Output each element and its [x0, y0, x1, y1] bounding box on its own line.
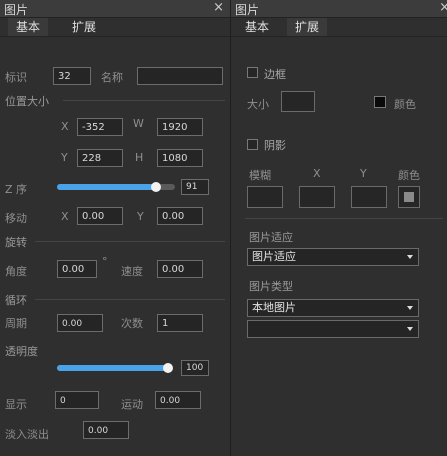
- y-label: Y: [61, 151, 68, 164]
- blur-field[interactable]: [247, 186, 283, 208]
- shadow-color-field[interactable]: [398, 186, 420, 208]
- fit-header: 图片适应: [249, 231, 293, 244]
- divider: [245, 218, 443, 219]
- opacity-header: 透明度: [5, 345, 38, 358]
- rotate-header: 旋转: [5, 236, 27, 249]
- id-label: 标识: [5, 71, 27, 84]
- shadow-checkbox[interactable]: [247, 139, 258, 150]
- left-titlebar: 图片 ×: [0, 0, 230, 18]
- x-label: X: [61, 120, 69, 133]
- border-color-swatch[interactable]: [374, 96, 386, 108]
- y-field[interactable]: 228: [77, 149, 123, 167]
- position-size-header: 位置大小: [5, 95, 49, 108]
- count-field[interactable]: 1: [157, 314, 203, 332]
- w-label: W: [133, 117, 144, 130]
- loop-header: 循环: [5, 294, 27, 307]
- angle-label: 角度: [5, 265, 27, 278]
- blur-label: 模糊: [249, 169, 271, 182]
- angle-field[interactable]: 0.00: [57, 260, 97, 278]
- period-label: 周期: [5, 317, 27, 330]
- z-order-slider[interactable]: [57, 182, 175, 192]
- divider: [35, 299, 225, 300]
- shadow-y-label: Y: [360, 167, 367, 180]
- move-x-field[interactable]: 0.00: [77, 207, 123, 225]
- type-header: 图片类型: [249, 280, 293, 293]
- border-label: 边框: [264, 68, 286, 81]
- divider: [35, 241, 225, 242]
- display-field[interactable]: 0: [55, 391, 99, 409]
- count-label: 次数: [121, 317, 143, 330]
- border-size-field[interactable]: [281, 91, 315, 112]
- secondary-dropdown[interactable]: [247, 320, 419, 338]
- shadow-color-swatch[interactable]: [404, 192, 414, 202]
- type-dropdown-value: 本地图片: [252, 301, 296, 314]
- right-panel-title: 图片: [235, 3, 260, 17]
- shadow-y-field[interactable]: [351, 186, 387, 208]
- left-panel: 图片 × 基本 扩展 标识 32 名称 位置大小 X -352 W 1920 Y…: [0, 0, 230, 456]
- w-field[interactable]: 1920: [157, 118, 203, 136]
- left-tab-extend[interactable]: 扩展: [64, 18, 104, 36]
- opacity-slider-knob[interactable]: [163, 363, 173, 373]
- opacity-field[interactable]: 100: [181, 360, 209, 376]
- fit-dropdown[interactable]: 图片适应: [247, 248, 419, 266]
- h-field[interactable]: 1080: [157, 149, 203, 167]
- name-label: 名称: [101, 71, 123, 84]
- move-y-field[interactable]: 0.00: [157, 207, 203, 225]
- right-close-button[interactable]: ×: [439, 0, 447, 15]
- z-order-field[interactable]: 91: [181, 179, 209, 195]
- speed-field[interactable]: 0.00: [157, 260, 203, 278]
- z-order-slider-fill: [57, 184, 157, 190]
- motion-field[interactable]: 0.00: [155, 391, 201, 409]
- shadow-color-label: 颜色: [398, 169, 420, 182]
- display-label: 显示: [5, 398, 27, 411]
- h-label: H: [135, 151, 144, 164]
- fade-field[interactable]: 0.00: [83, 421, 129, 439]
- chevron-down-icon: [407, 327, 413, 331]
- shadow-label: 阴影: [264, 139, 286, 152]
- left-panel-title: 图片: [4, 3, 29, 17]
- border-color-label: 颜色: [394, 98, 416, 111]
- left-tab-basic[interactable]: 基本: [8, 18, 49, 36]
- motion-label: 运动: [121, 398, 143, 411]
- move-y-label: Y: [137, 210, 144, 223]
- right-panel: 图片 × 基本 扩展 边框 大小 颜色 阴影 模糊 X Y 颜色 图片适应 图片…: [231, 0, 447, 456]
- name-field[interactable]: [137, 67, 223, 85]
- shadow-x-field[interactable]: [299, 186, 335, 208]
- size-label: 大小: [247, 98, 269, 111]
- move-label: 移动: [5, 212, 27, 225]
- fit-dropdown-value: 图片适应: [252, 250, 296, 263]
- x-field[interactable]: -352: [77, 118, 123, 136]
- shadow-x-label: X: [313, 167, 321, 180]
- right-tab-basic[interactable]: 基本: [237, 18, 277, 36]
- z-order-slider-knob[interactable]: [151, 182, 161, 192]
- speed-label: 速度: [121, 265, 143, 278]
- id-field[interactable]: 32: [53, 67, 91, 85]
- opacity-slider[interactable]: [57, 363, 173, 373]
- left-close-button[interactable]: ×: [213, 0, 224, 15]
- divider: [63, 100, 225, 101]
- move-x-label: X: [61, 210, 69, 223]
- chevron-down-icon: [407, 255, 413, 259]
- period-field[interactable]: 0.00: [57, 314, 103, 332]
- opacity-slider-fill: [57, 365, 169, 371]
- type-dropdown[interactable]: 本地图片: [247, 299, 419, 317]
- z-order-label: Z 序: [5, 183, 28, 196]
- chevron-down-icon: [407, 306, 413, 310]
- left-tab-bar: 基本 扩展: [0, 18, 230, 37]
- right-tab-bar: 基本 扩展: [231, 18, 447, 37]
- border-checkbox[interactable]: [247, 67, 258, 78]
- degree-symbol: °: [102, 255, 108, 268]
- fade-label: 淡入淡出: [5, 428, 49, 441]
- right-tab-extend[interactable]: 扩展: [287, 18, 328, 36]
- right-titlebar: 图片 ×: [231, 0, 447, 18]
